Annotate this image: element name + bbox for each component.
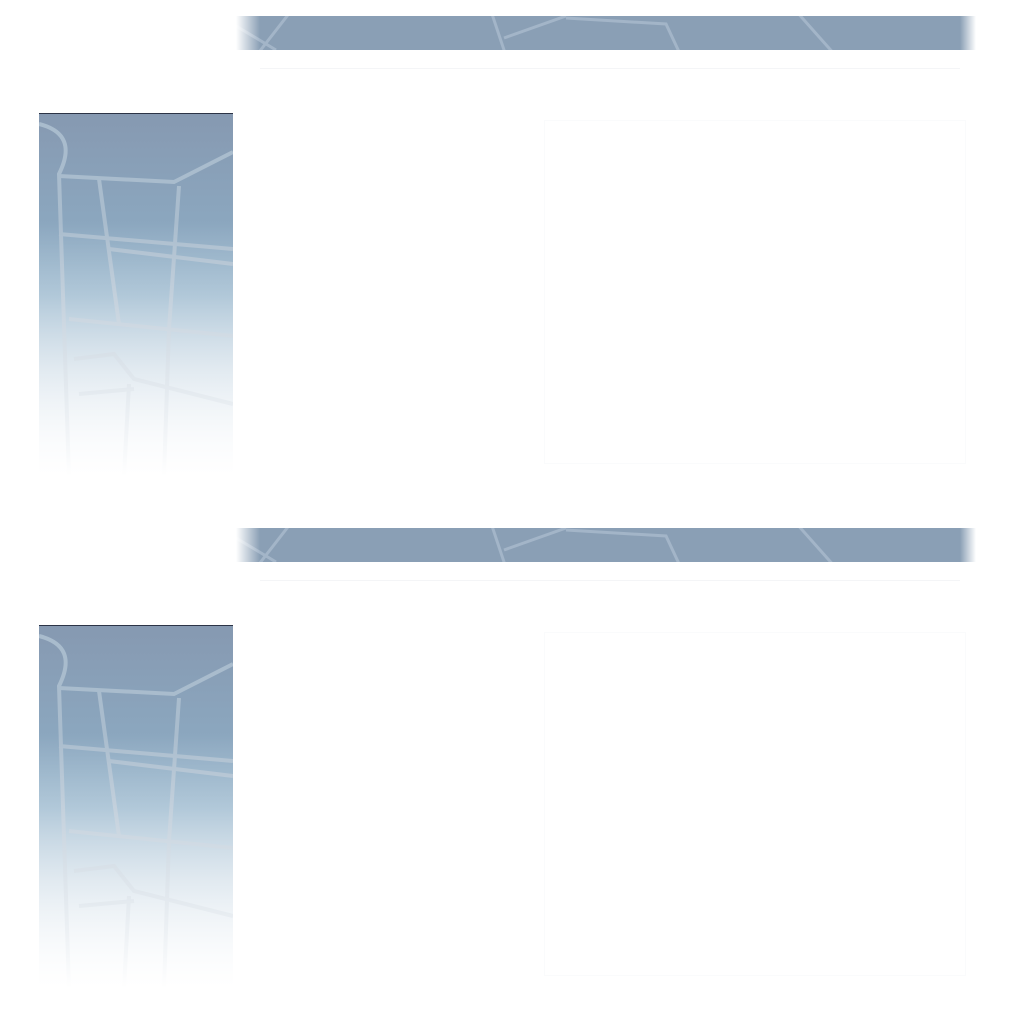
content-left-panel [250,120,530,460]
map-pattern-icon [236,528,976,562]
header-banner [236,16,976,50]
header-banner [236,528,976,562]
map-pattern-icon [236,16,976,50]
content-right-panel [544,120,966,464]
content-right-panel [544,632,966,976]
page-section-1 [0,0,1024,512]
divider [260,68,960,69]
sidebar-map-image [39,625,233,988]
content-left-panel [250,632,530,972]
divider [260,580,960,581]
sidebar-map-image [39,113,233,476]
page-section-2 [0,512,1024,1024]
